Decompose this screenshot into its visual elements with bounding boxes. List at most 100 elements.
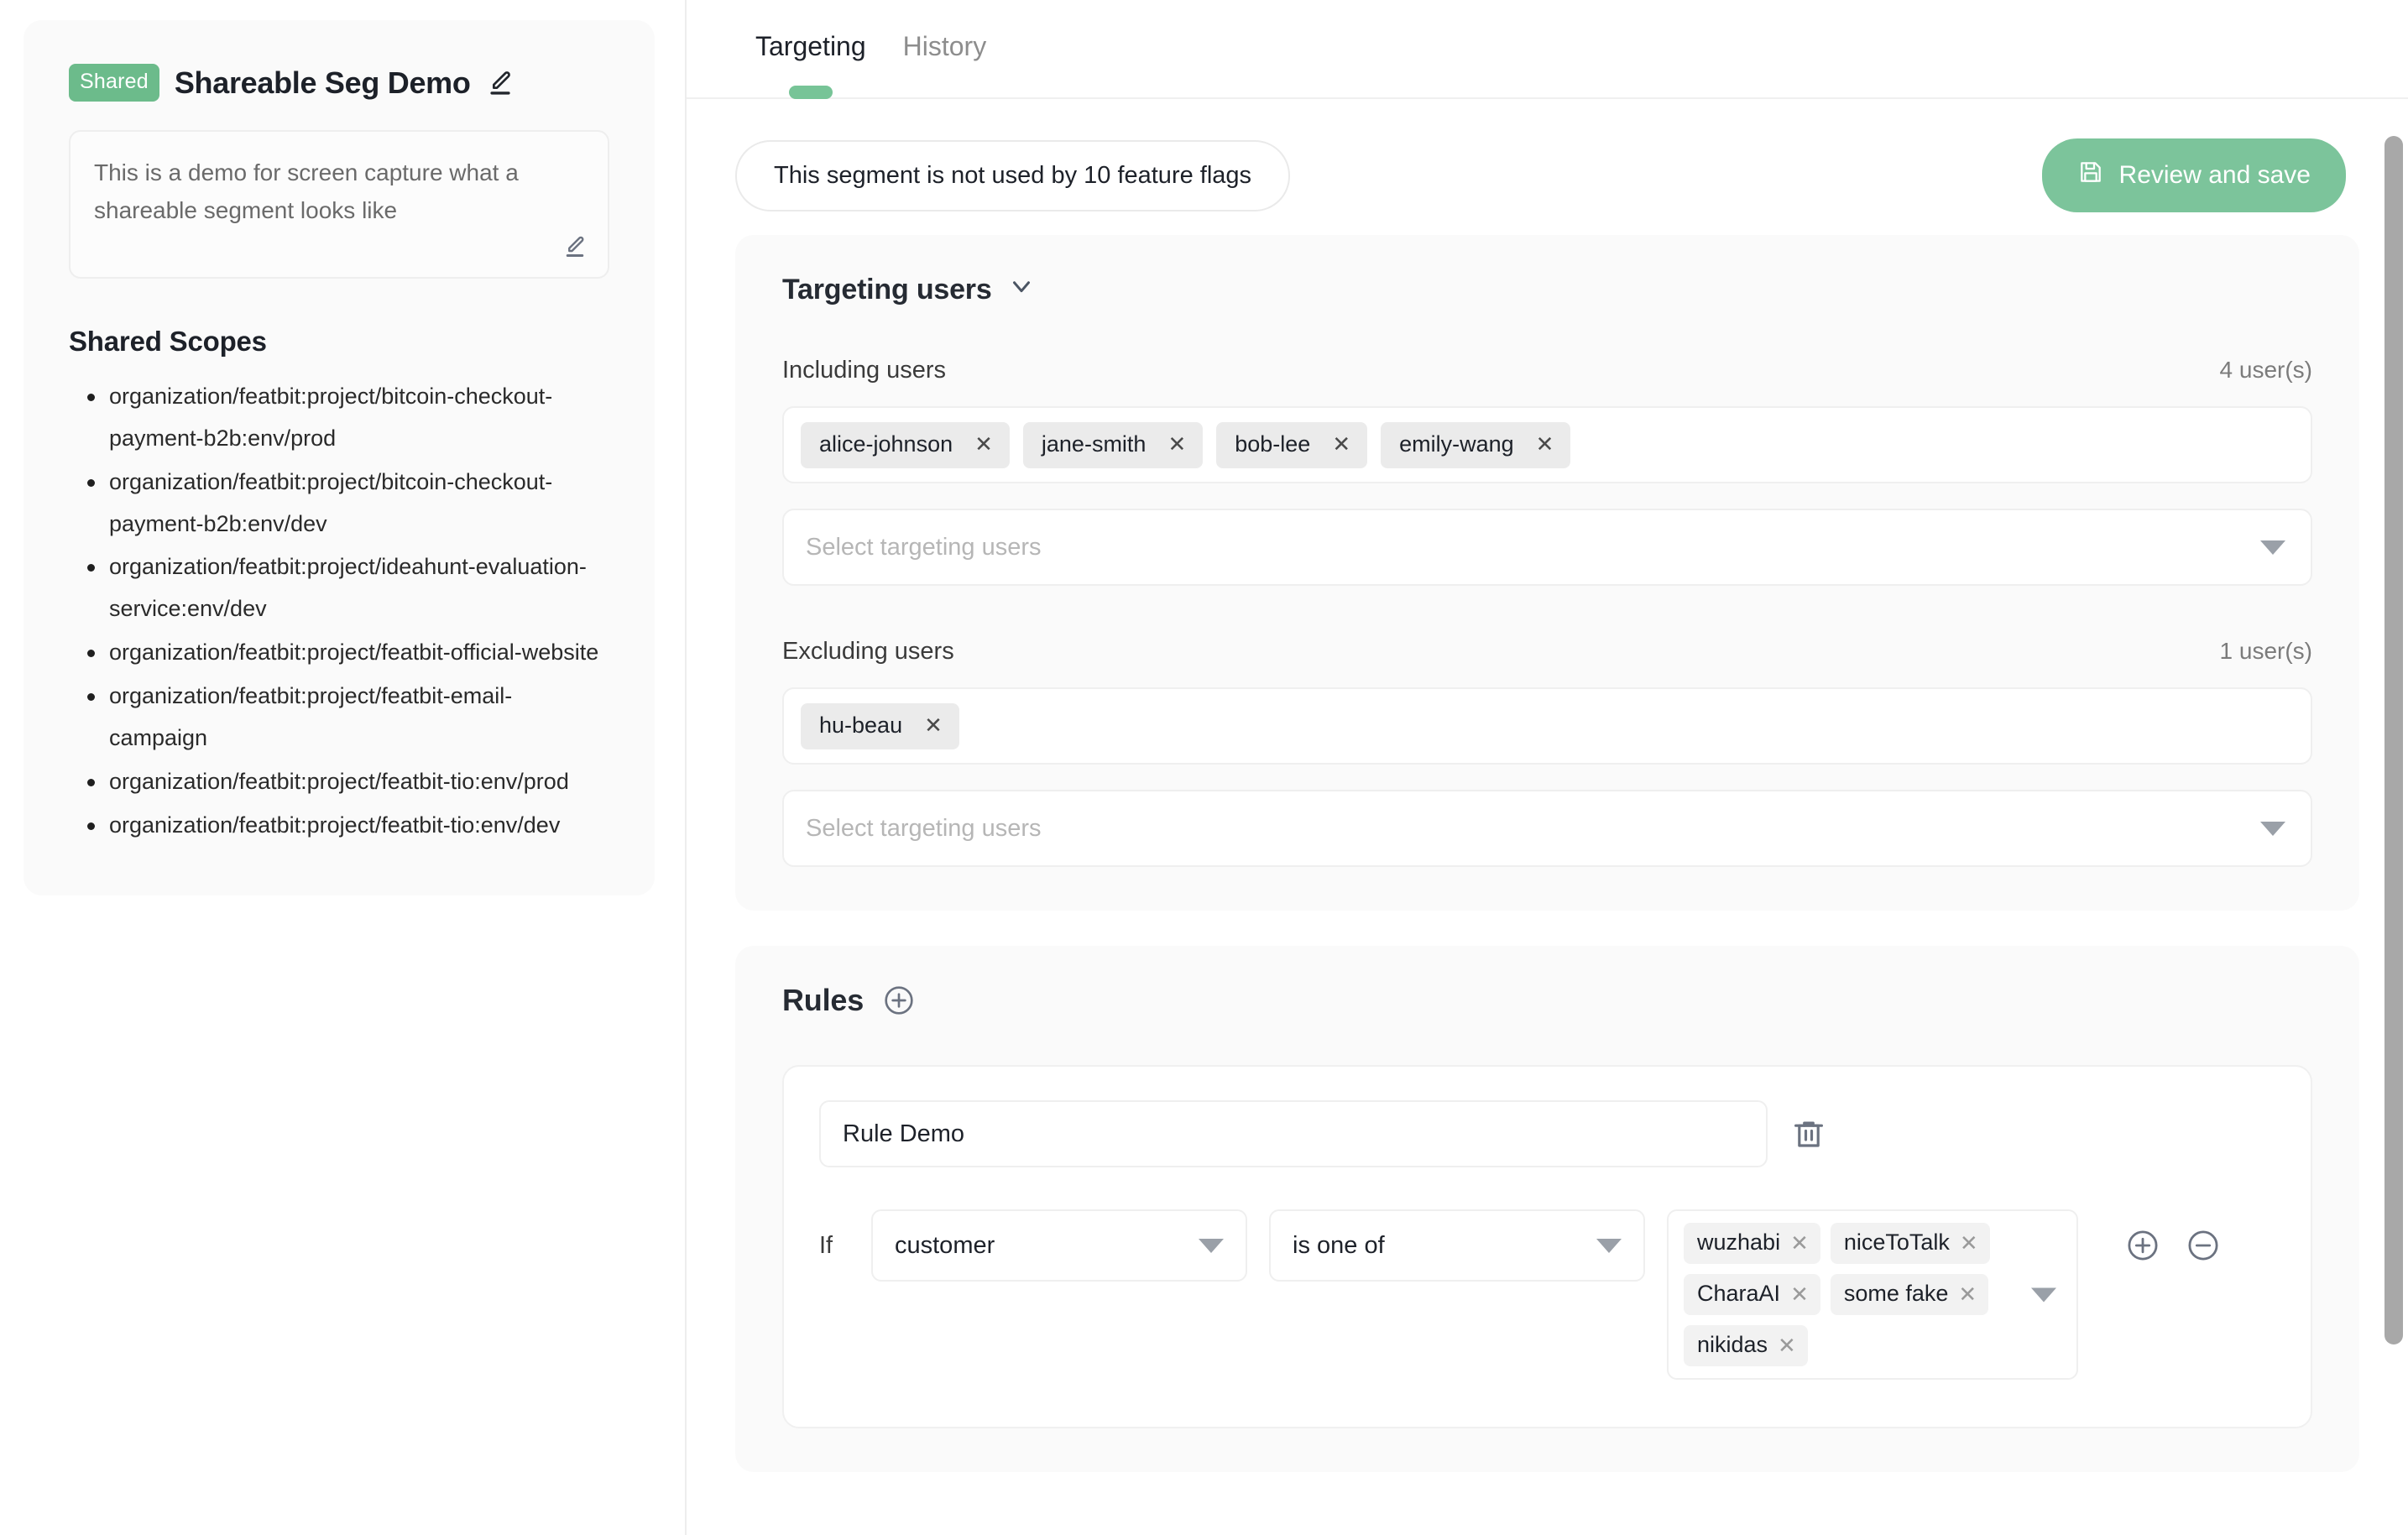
remove-condition-minus-circle-icon[interactable] [2186, 1228, 2221, 1263]
user-tag-label: hu-beau [819, 712, 903, 738]
tab-targeting-label: Targeting [755, 31, 866, 61]
including-users-count: 4 user(s) [2219, 357, 2312, 383]
segment-title-row: Shared Shareable Seg Demo [69, 64, 609, 102]
caret-down-icon[interactable] [2260, 540, 2285, 555]
condition-values-multiselect[interactable]: wuzhabi ✕ niceToTalk ✕ CharaAI ✕ some fa… [1667, 1209, 2078, 1380]
segment-usage-notice[interactable]: This segment is not used by 10 feature f… [735, 139, 1291, 211]
value-tag-label: some fake [1843, 1281, 1949, 1306]
list-item: organization/featbit:project/featbit-tio… [69, 805, 609, 847]
vertical-scrollbar[interactable] [2384, 99, 2403, 1535]
excluding-users-select[interactable]: Select targeting users [782, 790, 2312, 867]
close-icon[interactable]: ✕ [924, 714, 943, 736]
close-icon[interactable]: ✕ [1167, 433, 1186, 455]
caret-down-icon[interactable] [2031, 1287, 2056, 1302]
delete-rule-trash-icon[interactable] [1791, 1116, 1826, 1151]
close-icon[interactable]: ✕ [1332, 433, 1350, 455]
scrollbar-thumb[interactable] [2384, 136, 2403, 1344]
segment-detail-page: Shared Shareable Seg Demo This is a demo… [0, 0, 2408, 1535]
rule-name-input[interactable] [819, 1100, 1768, 1167]
condition-operator-select[interactable]: is one of [1269, 1209, 1645, 1282]
add-condition-plus-circle-icon[interactable] [2125, 1228, 2160, 1263]
edit-name-pencil-icon[interactable] [486, 69, 515, 97]
user-tag[interactable]: emily-wang ✕ [1381, 421, 1571, 468]
value-tag[interactable]: nikidas ✕ [1684, 1325, 1808, 1366]
value-tag-label: wuzhabi [1697, 1230, 1781, 1255]
including-users-label: Including users [782, 357, 947, 384]
user-tag[interactable]: jane-smith ✕ [1022, 421, 1204, 468]
including-users-tags[interactable]: alice-johnson ✕ jane-smith ✕ bob-lee ✕ e… [782, 406, 2312, 483]
targeting-toolbar: This segment is not used by 10 feature f… [735, 99, 2359, 217]
excluding-users-label: Excluding users [782, 638, 954, 665]
tab-bar: Targeting History [687, 0, 2408, 99]
including-users-label-row: Including users 4 user(s) [782, 357, 2312, 384]
add-rule-plus-circle-icon[interactable] [882, 984, 916, 1017]
status-badge: Shared [69, 64, 159, 102]
value-tag[interactable]: CharaAI ✕ [1684, 1274, 1820, 1315]
page-title: Shareable Seg Demo [174, 65, 471, 100]
excluding-users-count: 1 user(s) [2219, 638, 2312, 664]
caret-down-icon[interactable] [1596, 1238, 1622, 1253]
chevron-down-icon[interactable] [1007, 272, 1036, 308]
close-icon[interactable]: ✕ [1790, 1232, 1809, 1254]
tab-history-label: History [902, 31, 987, 61]
rules-card: Rules Rule Demo If customer is one of wu… [735, 946, 2359, 1472]
user-tag-label: bob-lee [1235, 431, 1311, 457]
value-tag[interactable]: some fake ✕ [1830, 1274, 1989, 1315]
list-item: organization/featbit:project/featbit-off… [69, 632, 609, 674]
rule-item: If customer is one of wuzhabi [782, 1065, 2312, 1428]
rule-name-row [819, 1100, 2275, 1167]
caret-down-icon[interactable] [2260, 821, 2285, 836]
if-label: If [819, 1232, 833, 1259]
user-tag-label: jane-smith [1041, 431, 1147, 457]
value-tag-label: niceToTalk [1843, 1230, 1950, 1255]
close-icon[interactable]: ✕ [1536, 433, 1554, 455]
excluding-users-label-row: Excluding users 1 user(s) [782, 638, 2312, 666]
list-item: organization/featbit:project/bitcoin-che… [69, 376, 609, 460]
close-icon[interactable]: ✕ [1790, 1283, 1809, 1305]
excluding-users-select-placeholder: Select targeting users [806, 814, 1042, 842]
list-item: organization/featbit:project/featbit-ema… [69, 676, 609, 760]
segment-info-sidebar: Shared Shareable Seg Demo This is a demo… [0, 0, 687, 1535]
floppy-disk-icon [2077, 159, 2104, 192]
user-tag-label: alice-johnson [819, 431, 953, 457]
list-item: organization/featbit:project/featbit-tio… [69, 761, 609, 803]
including-users-select-placeholder: Select targeting users [806, 533, 1042, 561]
close-icon[interactable]: ✕ [1958, 1283, 1977, 1305]
segment-description-box[interactable]: This is a demo for screen capture what a… [69, 130, 609, 279]
rule-condition-row: If customer is one of wuzhabi ✕ niceToTa… [819, 1209, 2275, 1380]
edit-description-pencil-icon[interactable] [562, 234, 588, 264]
user-tag[interactable]: bob-lee ✕ [1216, 421, 1368, 468]
tab-targeting[interactable]: Targeting [737, 25, 885, 99]
user-tag[interactable]: hu-beau ✕ [801, 702, 959, 749]
including-users-select[interactable]: Select targeting users [782, 509, 2312, 586]
condition-property-select[interactable]: customer [871, 1209, 1247, 1282]
review-and-save-button[interactable]: Review and save [2041, 138, 2346, 212]
targeting-users-header[interactable]: Targeting users [782, 272, 2312, 308]
list-item: organization/featbit:project/bitcoin-che… [69, 462, 609, 546]
condition-operator-value: is one of [1293, 1231, 1385, 1259]
segment-description-text: This is a demo for screen capture what a… [94, 159, 519, 224]
value-tag[interactable]: wuzhabi ✕ [1684, 1223, 1820, 1264]
shared-scopes-list: organization/featbit:project/bitcoin-che… [69, 376, 609, 847]
user-tag-label: emily-wang [1399, 431, 1514, 457]
tab-history[interactable]: History [885, 25, 1006, 99]
targeting-content: This segment is not used by 10 feature f… [687, 99, 2408, 1535]
value-tag[interactable]: niceToTalk ✕ [1830, 1223, 1990, 1264]
caret-down-icon[interactable] [1199, 1238, 1224, 1253]
value-tag-label: nikidas [1697, 1332, 1768, 1357]
main-panel: Targeting History This segment is not us… [687, 0, 2408, 1535]
close-icon[interactable]: ✕ [1960, 1232, 1978, 1254]
review-and-save-label: Review and save [2118, 161, 2311, 189]
rules-header: Rules [782, 983, 2312, 1018]
condition-actions [2125, 1209, 2221, 1282]
excluding-users-tags[interactable]: hu-beau ✕ [782, 687, 2312, 765]
targeting-users-card: Targeting users Including users 4 user(s… [735, 235, 2359, 911]
close-icon[interactable]: ✕ [1778, 1334, 1796, 1356]
list-item: organization/featbit:project/ideahunt-ev… [69, 546, 609, 630]
shared-scopes-heading: Shared Scopes [69, 325, 267, 357]
close-icon[interactable]: ✕ [974, 433, 993, 455]
user-tag[interactable]: alice-johnson ✕ [801, 421, 1010, 468]
condition-property-value: customer [895, 1231, 995, 1259]
segment-summary-card: Shared Shareable Seg Demo This is a demo… [24, 20, 655, 896]
rules-title: Rules [782, 983, 864, 1017]
